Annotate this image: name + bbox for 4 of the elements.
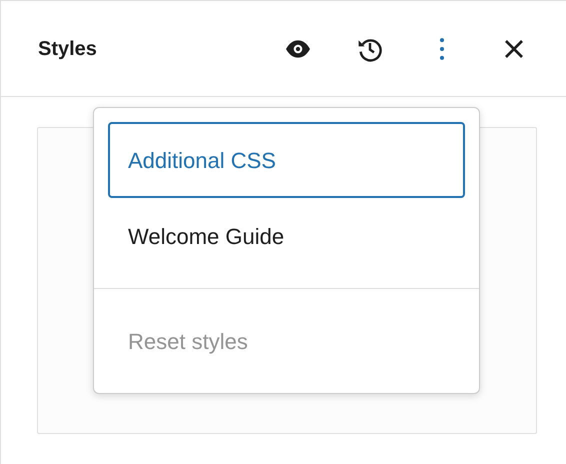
menu-item[interactable]: Additional CSS — [108, 122, 465, 198]
panel-title: Styles — [38, 36, 98, 62]
menu-item[interactable]: Welcome Guide — [108, 198, 465, 274]
more-options-icon — [439, 36, 445, 60]
